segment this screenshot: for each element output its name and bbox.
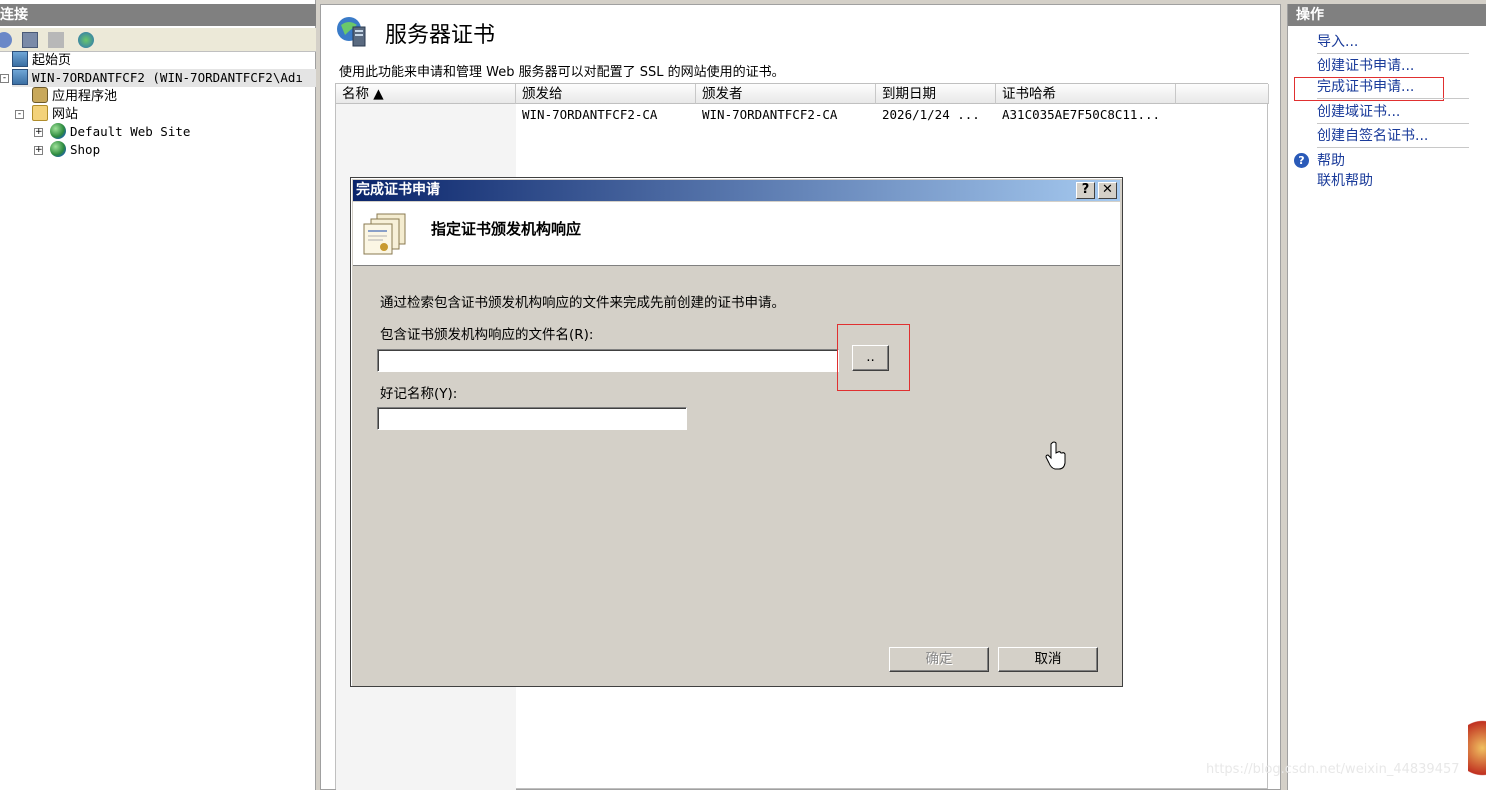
up-icon[interactable]: [48, 32, 64, 48]
save-icon[interactable]: [22, 32, 38, 48]
tree-site-shop[interactable]: Shop: [50, 141, 100, 159]
tree-site-default-label: Default Web Site: [70, 124, 191, 139]
table-cell-hash[interactable]: A31C035AE7F50C8C11...: [996, 106, 1160, 124]
create-self-signed-link[interactable]: 创建自签名证书...: [1317, 126, 1428, 146]
page-title: 服务器证书: [385, 23, 496, 48]
actions-divider: [1317, 53, 1469, 54]
column-header-expiry[interactable]: 到期日期: [876, 84, 996, 104]
tree-app-pools[interactable]: 应用程序池: [32, 87, 117, 105]
globe-icon: [50, 141, 66, 157]
connect-icon[interactable]: [0, 32, 12, 48]
dialog-banner: 指定证书颁发机构响应: [353, 202, 1120, 266]
create-request-link[interactable]: 创建证书申请...: [1317, 56, 1414, 76]
friendly-name-input[interactable]: [377, 407, 687, 430]
highlight-box-browse: [837, 324, 910, 391]
tree-server-label: WIN-7ORDANTFCF2 (WIN-7ORDANTFCF2\Adı: [32, 70, 303, 85]
actions-pane: 操作 导入... 创建证书申请... 完成证书申请... 创建域证书... 创建…: [1287, 4, 1486, 790]
tree-start-page[interactable]: 起始页: [12, 51, 71, 69]
dialog-close-button[interactable]: ✕: [1098, 182, 1117, 199]
tree-sites-label: 网站: [52, 107, 79, 122]
table-cell-expiry[interactable]: 2026/1/24 ...: [876, 106, 980, 124]
start-page-icon: [12, 51, 28, 67]
help-icon: ?: [1294, 153, 1309, 168]
dialog-help-button[interactable]: ?: [1076, 182, 1095, 199]
cancel-button[interactable]: 取消: [998, 647, 1098, 672]
sites-expander[interactable]: -: [15, 110, 24, 119]
import-link[interactable]: 导入...: [1317, 32, 1358, 52]
watermark-text: https://blog.csdn.net/weixin_44839457: [1206, 762, 1460, 777]
tree-site-shop-label: Shop: [70, 142, 101, 157]
create-domain-cert-link[interactable]: 创建域证书...: [1317, 102, 1400, 122]
actions-header: 操作: [1288, 4, 1486, 26]
tree-sites[interactable]: 网站: [32, 105, 78, 123]
tree-app-pools-label: 应用程序池: [52, 89, 118, 104]
file-name-input[interactable]: [377, 349, 839, 372]
decorative-figure: [1468, 720, 1486, 790]
globe-icon: [50, 123, 66, 139]
actions-divider: [1317, 123, 1469, 124]
disconnect-icon[interactable]: [78, 32, 94, 48]
column-header-issued-by[interactable]: 颁发者: [696, 84, 876, 104]
dialog-banner-heading: 指定证书颁发机构响应: [431, 220, 582, 238]
shop-site-expander[interactable]: +: [34, 146, 43, 155]
column-header-filler: [1176, 84, 1269, 104]
help-link[interactable]: 帮助: [1317, 151, 1345, 171]
dialog-intro-text: 通过检索包含证书颁发机构响应的文件来完成先前创建的证书申请。: [380, 295, 785, 311]
actions-divider: [1317, 147, 1469, 148]
column-header-hash[interactable]: 证书哈希: [996, 84, 1176, 104]
tree-start-page-label: 起始页: [32, 53, 72, 68]
column-header-issued-to[interactable]: 颁发给: [516, 84, 696, 104]
server-icon: [12, 69, 28, 85]
certificate-icon: [361, 212, 409, 256]
certificate-server-icon: [335, 15, 367, 47]
complete-certificate-request-dialog: 完成证书申请 ? ✕ 指定证书颁发机构响应 通过检索包含证书颁发机构响应的文件来…: [350, 177, 1123, 687]
hand-cursor-icon: [1045, 441, 1066, 470]
page-description: 使用此功能来申请和管理 Web 服务器可以对配置了 SSL 的网站使用的证书。: [339, 65, 785, 80]
connections-toolbar: [0, 28, 316, 52]
dialog-title: 完成证书申请: [356, 182, 440, 198]
connections-header: 连接: [0, 4, 316, 26]
online-help-link[interactable]: 联机帮助: [1317, 171, 1373, 191]
column-header-name[interactable]: 名称 ▲: [336, 84, 516, 104]
tree-site-default[interactable]: Default Web Site: [50, 123, 190, 141]
dialog-titlebar[interactable]: 完成证书申请 ? ✕: [353, 180, 1120, 201]
ok-button[interactable]: 确定: [889, 647, 989, 672]
table-cell-name[interactable]: [336, 106, 342, 124]
table-cell-issued-to[interactable]: WIN-7ORDANTFCF2-CA: [516, 106, 657, 124]
app-pool-icon: [32, 87, 48, 103]
sites-folder-icon: [32, 105, 48, 121]
friendly-name-label: 好记名称(Y):: [380, 386, 458, 402]
file-name-label: 包含证书颁发机构响应的文件名(R):: [380, 327, 594, 343]
server-expander[interactable]: -: [0, 74, 9, 83]
default-site-expander[interactable]: +: [34, 128, 43, 137]
table-cell-issued-by[interactable]: WIN-7ORDANTFCF2-CA: [696, 106, 837, 124]
actions-divider: [1317, 98, 1469, 99]
connections-pane: 连接 起始页 - WIN-7ORDANTFCF2 (WIN-7ORDANTFCF…: [0, 0, 316, 790]
tree-server[interactable]: WIN-7ORDANTFCF2 (WIN-7ORDANTFCF2\Adı: [12, 69, 316, 87]
